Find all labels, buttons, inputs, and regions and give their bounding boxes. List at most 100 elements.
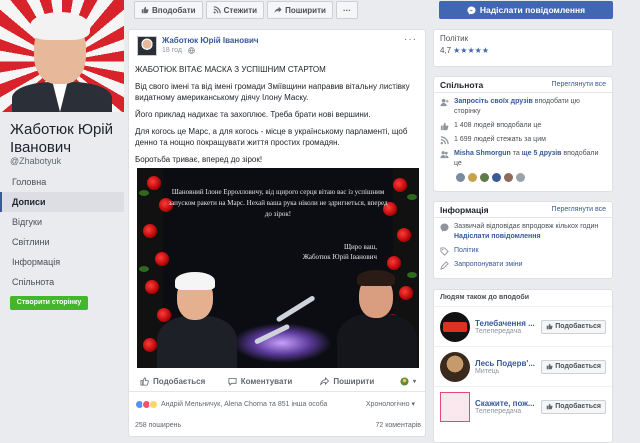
likes-row: 1 408 людей вподобали це <box>434 119 612 133</box>
post-options-icon[interactable]: ··· <box>404 34 417 45</box>
post-like-button[interactable]: Подобається <box>129 377 216 386</box>
post-text: ЖАБОТЮК ВІТАЄ МАСКА З УСПІШНИМ СТАРТОМ В… <box>135 64 421 171</box>
more-button[interactable]: ··· <box>335 1 358 19</box>
comment-order-dropdown[interactable]: Хронологічно ▾ <box>366 400 415 408</box>
page-rating[interactable]: 4,7 ★★★★★ <box>434 43 612 58</box>
friend-avatar[interactable] <box>456 173 465 182</box>
suggested-page-name[interactable]: Телебачення ... <box>475 319 541 328</box>
reactions-text[interactable]: Андрій Мельничук, Alena Chorna та 851 ін… <box>161 401 327 408</box>
comment-count[interactable]: 72 коментарів <box>375 422 421 429</box>
info-category-link[interactable]: Політик <box>454 246 479 256</box>
community-see-all[interactable]: Переглянути все <box>552 81 606 88</box>
pencil-icon <box>440 261 449 270</box>
send-message-label: Надіслати повідомлення <box>479 5 586 15</box>
suggested-page-name[interactable]: Лесь Подерв'... <box>475 359 541 368</box>
post-comment-button[interactable]: Коментувати <box>216 377 303 386</box>
post-author-name[interactable]: Жаботюк Юрій Іванович <box>162 36 259 45</box>
suggest-edits-link[interactable]: Запропонувати зміни <box>454 260 523 270</box>
suggested-like-button[interactable]: Подобається <box>541 359 606 374</box>
thumbs-up-icon <box>141 6 149 14</box>
nav-photos[interactable]: Світлини <box>0 232 124 252</box>
profile-name[interactable]: Жаботюк Юрій Іванович <box>10 121 118 157</box>
post-author-avatar[interactable] <box>137 36 157 56</box>
nav-community[interactable]: Спільнота <box>0 272 124 292</box>
post-paragraph: Його приклад надихає та захоплює. Треба … <box>135 110 371 119</box>
suggested-like-label: Подобається <box>555 323 601 330</box>
thumbs-up-icon <box>546 323 553 330</box>
nav-posts[interactable]: Дописи <box>0 192 124 212</box>
messenger-icon <box>467 5 476 15</box>
follows-row: 1 699 людей стежать за цим <box>434 133 612 147</box>
post-timestamp[interactable]: 18 год · <box>162 47 196 54</box>
globe-icon <box>188 47 196 54</box>
community-card: Спільнота Переглянути все Запросіть свої… <box>433 76 613 192</box>
nav-reviews[interactable]: Відгуки <box>0 212 124 232</box>
more-dots-icon: ··· <box>342 5 351 15</box>
profile-handle[interactable]: @Zhabotyuk <box>10 156 61 166</box>
post-headline: ЖАБОТЮК ВІТАЄ МАСКА З УСПІШНИМ СТАРТОМ <box>135 65 326 74</box>
suggested-page-thumb[interactable] <box>440 351 470 382</box>
info-title: Інформація <box>440 204 489 215</box>
suggested-like-button[interactable]: Подобається <box>541 319 606 334</box>
like-page-label: Вподобати <box>152 5 196 15</box>
post-audience-selector[interactable]: ▾ <box>391 377 425 386</box>
friend-avatar[interactable] <box>480 173 489 182</box>
rating-stars-icon: ★★★★★ <box>453 46 489 55</box>
suggested-page-thumb[interactable] <box>440 311 470 342</box>
post-paragraph: Для когось це Марс, а для когось - місце… <box>135 127 408 147</box>
share-arrow-icon <box>320 377 330 386</box>
left-nav: Головна Дописи Відгуки Світлини Інформац… <box>0 172 124 292</box>
suggested-page-category: Телепередача <box>475 327 522 335</box>
friend-avatar[interactable] <box>516 173 525 182</box>
friends-like-row: Misha Shmorgun та ще 5 друзів вподобали … <box>434 147 612 171</box>
comment-icon <box>228 377 237 386</box>
info-card: Інформація Переглянути все Зазвичай відп… <box>433 201 613 279</box>
nav-info[interactable]: Інформація <box>0 252 124 272</box>
card-signature-line: Щиро ваш, <box>343 243 377 251</box>
nav-home[interactable]: Головна <box>0 172 124 192</box>
suggested-pages-card: Людям також до вподоби Телебачення ... Т… <box>433 289 613 443</box>
suggest-edits-row: Запропонувати зміни <box>434 258 612 272</box>
post-share-label: Поширити <box>333 377 375 386</box>
more-friends-link[interactable]: ще 5 друзів <box>522 150 562 157</box>
info-category-row: Політик <box>434 244 612 258</box>
post-reactions[interactable]: Андрій Мельничук, Alena Chorna та 851 ін… <box>135 400 421 409</box>
post-footer: 258 поширень 72 коментарів <box>135 422 421 429</box>
send-message-button[interactable]: Надіслати повідомлення <box>439 1 613 19</box>
rating-value: 4,7 <box>440 46 452 55</box>
friend-link[interactable]: Misha Shmorgun <box>454 150 511 157</box>
suggested-page-name[interactable]: Скажите, пож... <box>475 399 541 408</box>
friend-avatar[interactable] <box>504 173 513 182</box>
friend-avatar[interactable] <box>468 173 477 182</box>
follow-button[interactable]: Стежити <box>205 1 265 19</box>
post-action-bar: Подобається Коментувати Поширити ▾ <box>129 372 425 392</box>
like-page-button[interactable]: Вподобати <box>134 1 203 19</box>
follow-label: Стежити <box>223 5 258 15</box>
card-signature: Щиро ваш, Жаботюк Юрій Іванович <box>247 242 377 262</box>
rss-icon <box>213 6 221 14</box>
friend-avatar[interactable] <box>492 173 501 182</box>
post-paragraph: Від свого імені та від імені громади Змі… <box>135 82 410 102</box>
create-page-button[interactable]: Створити сторінку <box>10 296 88 310</box>
info-see-all[interactable]: Переглянути все <box>552 206 606 213</box>
invite-friends-link[interactable]: Запросіть своїх друзів <box>454 98 533 105</box>
suggested-like-label: Подобається <box>555 363 601 370</box>
info-send-message-link[interactable]: Надіслати повідомлення <box>454 232 598 242</box>
post-time-text: 18 год · <box>162 47 187 54</box>
page-action-bar: Вподобати Стежити Поширити ··· <box>134 1 358 19</box>
post-share-button[interactable]: Поширити <box>304 377 391 386</box>
share-page-button[interactable]: Поширити <box>267 1 333 19</box>
response-time: Зазвичай відповідає впродовж кількох год… <box>454 223 599 230</box>
post-image[interactable]: Шановний Ілоне Ерролловичу, від щирого с… <box>137 168 419 368</box>
haha-reaction-icon <box>149 400 158 409</box>
suggested-page: Лесь Подерв'... Митець Подобається <box>434 346 612 386</box>
share-count[interactable]: 258 поширень <box>135 422 181 429</box>
suggested-page-thumb[interactable] <box>440 391 470 422</box>
page-category-card: Політик 4,7 ★★★★★ <box>433 29 613 67</box>
post-paragraph: Боротьба триває, вперед до зірок! <box>135 155 263 164</box>
profile-photo[interactable] <box>0 0 124 112</box>
thumbs-up-icon <box>440 122 449 131</box>
friends-icon <box>440 151 449 159</box>
share-page-label: Поширити <box>285 5 326 15</box>
suggested-like-button[interactable]: Подобається <box>541 399 606 414</box>
